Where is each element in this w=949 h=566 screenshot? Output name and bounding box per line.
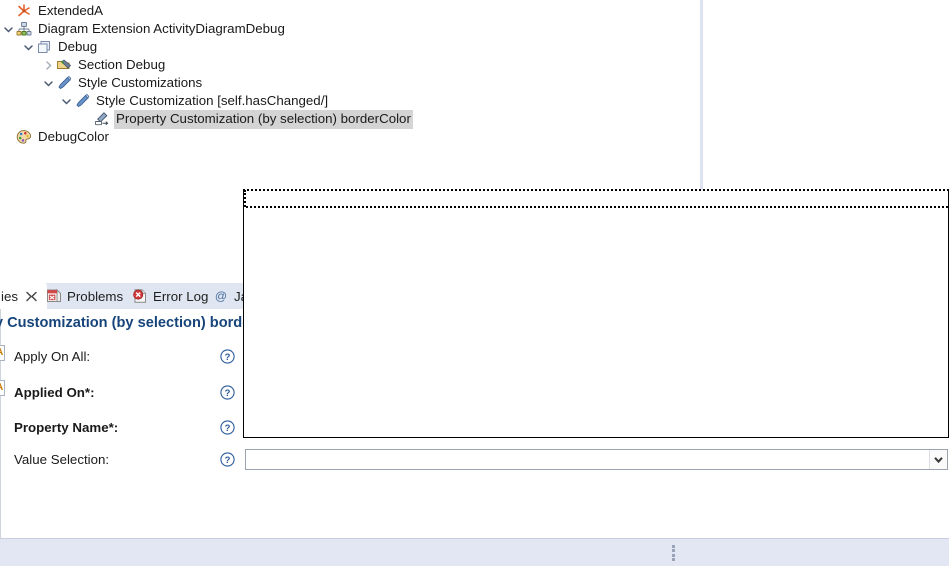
layer-icon: [36, 39, 52, 55]
extension-point-icon: [16, 3, 32, 19]
text-widget-icon: A: [0, 382, 3, 393]
wrench-icon: [74, 93, 90, 109]
property-customization-icon: [94, 111, 110, 127]
wrench-icon: [56, 75, 72, 91]
at-sign-icon: @: [213, 288, 229, 304]
tab-label: Error Log: [153, 288, 209, 304]
tree-row[interactable]: Debug: [0, 38, 99, 56]
popup-focus-border-inner: [246, 206, 948, 208]
twisty-none: [0, 129, 16, 145]
tree-row[interactable]: Diagram Extension ActivityDiagramDebug: [0, 20, 287, 38]
label-value-selection: Value Selection:: [14, 452, 110, 467]
tree-row-label: Debug: [58, 38, 98, 54]
application-window: ExtendedA Diagram Extension ActivityDiag…: [0, 0, 949, 566]
grip-dot: [672, 553, 675, 557]
tree-row-label: Section Debug: [78, 56, 166, 72]
tree-row-label-selected: Property Customization (by selection) bo…: [114, 109, 413, 129]
tree-row[interactable]: ExtendedA: [0, 2, 105, 20]
row-widget-stub[interactable]: A: [0, 380, 5, 396]
tree-row[interactable]: Property Customization (by selection) bo…: [0, 109, 413, 129]
text-widget-icon: A: [0, 347, 3, 358]
grip-dot: [672, 549, 675, 553]
status-bar: [0, 538, 949, 566]
form-left-border: [0, 309, 1, 538]
floating-list-popup[interactable]: [243, 189, 949, 438]
tab-label: Problems: [67, 288, 124, 304]
svg-text:?: ?: [225, 388, 231, 399]
tree-row[interactable]: Style Customizations: [0, 74, 204, 92]
tree-row-label: Style Customization [self.hasChanged/]: [96, 92, 329, 108]
tree-row[interactable]: Style Customization [self.hasChanged/]: [0, 92, 330, 110]
grip-dot: [672, 557, 675, 561]
tree-row-label: DebugColor: [38, 128, 109, 144]
chevron-down-icon[interactable]: [58, 93, 74, 109]
twisty-none: [78, 111, 94, 127]
tree-row-label: Diagram Extension ActivityDiagramDebug: [38, 20, 285, 36]
label-property-name: Property Name*:: [14, 420, 119, 435]
close-icon[interactable]: [23, 288, 39, 304]
section-icon: [56, 57, 72, 73]
twisty-none: [0, 3, 16, 19]
popup-focus-border-left: [244, 190, 246, 207]
svg-text:?: ?: [225, 455, 231, 466]
tab-error-log[interactable]: Error Log: [124, 283, 216, 309]
chevron-right-icon[interactable]: [40, 57, 56, 73]
help-icon[interactable]: ?: [220, 420, 235, 435]
tree-row-label: Style Customizations: [78, 74, 203, 90]
tree-row-label: ExtendedA: [38, 2, 104, 18]
chevron-down-icon[interactable]: [40, 75, 56, 91]
row-widget-stub[interactable]: A: [0, 345, 5, 361]
tree-row[interactable]: DebugColor: [0, 128, 111, 146]
help-icon[interactable]: ?: [220, 385, 235, 400]
grip-dot: [672, 545, 675, 548]
vertical-grip-handle[interactable]: [672, 545, 676, 561]
help-icon[interactable]: ?: [220, 349, 235, 364]
help-icon[interactable]: ?: [220, 452, 235, 467]
tab-problems[interactable]: Problems: [38, 283, 131, 309]
popup-focus-border-top: [243, 189, 949, 191]
label-apply-on-all: Apply On All:: [14, 349, 91, 364]
chevron-down-icon[interactable]: [0, 21, 16, 37]
label-applied-on: Applied On*:: [14, 385, 95, 400]
tree-row[interactable]: Section Debug: [0, 56, 167, 74]
chevron-down-icon[interactable]: [929, 450, 947, 469]
svg-text:?: ?: [225, 423, 231, 434]
svg-text:?: ?: [225, 352, 231, 363]
chevron-down-icon[interactable]: [20, 39, 36, 55]
problems-icon: [46, 288, 62, 304]
tab-label: ies: [1, 288, 18, 304]
svg-text:@: @: [215, 289, 227, 303]
diagram-extension-icon: [16, 21, 32, 37]
error-log-icon: [132, 288, 148, 304]
color-palette-icon: [16, 129, 32, 145]
value-selection-combo[interactable]: [245, 449, 948, 470]
